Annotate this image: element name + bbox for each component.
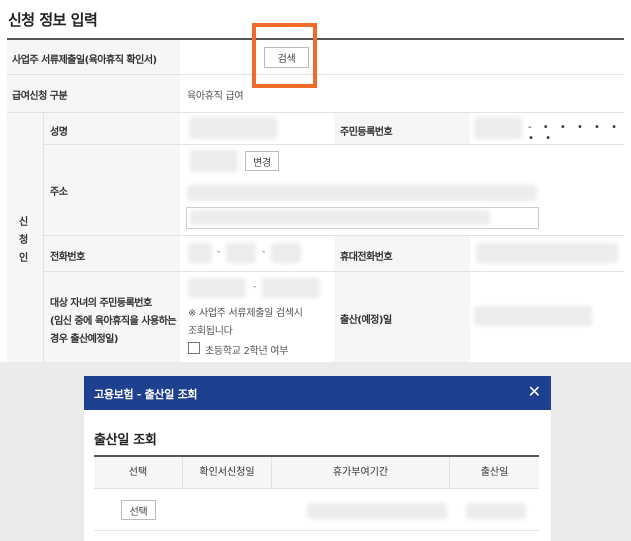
- rrn-masked-back: - • • • • • • •: [528, 122, 621, 144]
- doc-submit-label: 사업주 서류제출일(육아휴직 확인서): [12, 55, 157, 66]
- address-line1-redacted: [187, 185, 537, 201]
- applicant-char-1: 신: [19, 217, 29, 228]
- child-note-line1: ※ 사업주 서류제출일 검색시: [188, 308, 303, 319]
- child-label-line2: (임신 중에 육아휴직을 사용하는: [50, 316, 177, 327]
- page-title: 신청 정보 입력: [8, 11, 98, 29]
- mobile-value-redacted: [476, 243, 618, 263]
- table-row: 선택: [94, 489, 539, 531]
- name-value-redacted: [189, 117, 277, 139]
- row-leave-period-redacted: [307, 503, 447, 519]
- row-select-button[interactable]: 선택: [121, 500, 156, 520]
- birth-date-label: 출산(예정)일: [340, 315, 392, 326]
- rrn-label: 주민등록번호: [340, 127, 393, 138]
- birth-date-redacted: [474, 306, 592, 326]
- column-header-leave-period: 휴가부여기간: [272, 457, 450, 489]
- mobile-label: 휴대전화번호: [340, 252, 393, 263]
- column-header-select: 선택: [94, 457, 183, 489]
- child-label-line3: 경우 출산예정일): [50, 334, 118, 345]
- rrn-front-redacted: [474, 117, 522, 139]
- zipcode-redacted: [190, 150, 238, 172]
- phone-part1-redacted: [188, 243, 212, 263]
- close-icon[interactable]: ✕: [528, 383, 541, 401]
- applicant-char-3: 인: [19, 253, 29, 264]
- row-birth-date-redacted: [466, 503, 526, 519]
- modal-header-title: 고용보험 - 출산일 조회: [94, 388, 198, 401]
- phone-label: 전화번호: [50, 252, 85, 263]
- child-rrn-separator: -: [253, 282, 257, 292]
- child-note-line2: 조회됩니다: [188, 326, 233, 337]
- search-button-highlight: [252, 23, 317, 88]
- address-line2-redacted: [190, 210, 490, 225]
- address-change-button[interactable]: 변경: [245, 151, 279, 171]
- phone-row: 전화번호 - - 휴대전화번호: [44, 236, 624, 272]
- column-header-birth-date: 출산일: [480, 467, 509, 478]
- birth-date-lookup-modal: 고용보험 - 출산일 조회 ✕ 출산일 조회 선택 확인서신청일 휴가부여기간 …: [84, 376, 551, 541]
- elementary-grade2-checkbox[interactable]: [188, 342, 200, 354]
- name-label: 성명: [50, 127, 68, 138]
- child-rrn-back-redacted: [262, 278, 320, 298]
- modal-subtitle: 출산일 조회: [94, 433, 157, 448]
- applicant-section-label: 신 청 인: [7, 113, 44, 362]
- name-row: 성명 주민등록번호 - • • • • • • •: [44, 113, 624, 145]
- child-row: 대상 자녀의 주민등록번호 (임신 중에 육아휴직을 사용하는 경우 출산예정일…: [44, 272, 624, 362]
- column-header-request-date: 확인서신청일: [183, 457, 272, 489]
- benefit-type-value: 육아휴직 급여: [187, 91, 244, 102]
- phone-part3-redacted: [271, 243, 301, 263]
- phone-separator-2: -: [262, 247, 266, 257]
- modal-header: 고용보험 - 출산일 조회 ✕: [84, 376, 551, 410]
- address-label: 주소: [50, 187, 68, 198]
- benefit-type-label: 급여신청 구분: [12, 91, 68, 102]
- elementary-grade2-label: 초등학교 2학년 여부: [205, 346, 289, 357]
- child-rrn-front-redacted: [188, 278, 246, 298]
- modal-table-header: 선택 확인서신청일 휴가부여기간 출산일: [94, 457, 539, 489]
- applicant-char-2: 청: [19, 235, 29, 246]
- child-label-line1: 대상 자녀의 주민등록번호: [50, 298, 152, 309]
- phone-separator-1: -: [217, 247, 221, 257]
- phone-part2-redacted: [226, 243, 256, 263]
